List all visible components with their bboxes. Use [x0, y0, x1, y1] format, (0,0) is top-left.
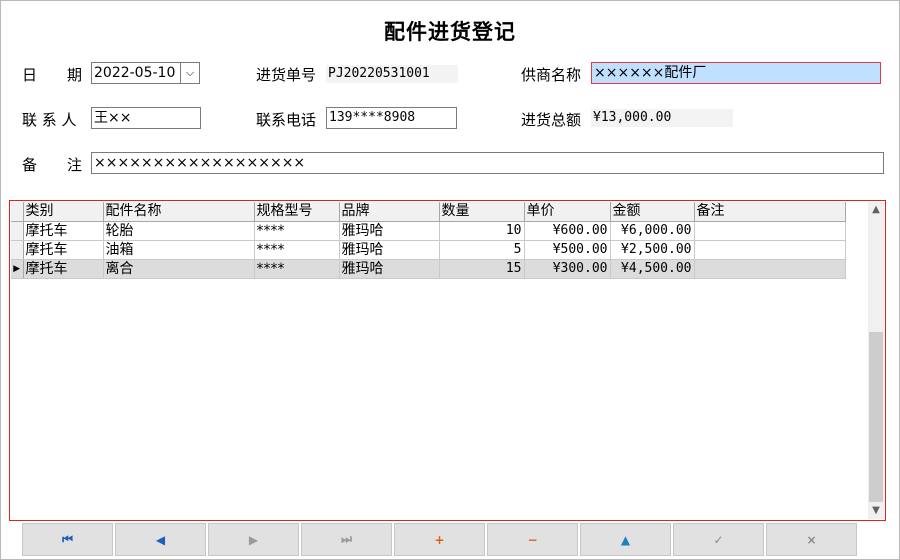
date-label: 日 期	[22, 66, 83, 84]
cancel-record-button[interactable]: ×	[766, 523, 857, 556]
cell-quantity[interactable]: 5	[439, 240, 525, 260]
vertical-scrollbar[interactable]: ▲ ▼	[868, 202, 884, 519]
column-header[interactable]: 品牌	[339, 202, 440, 222]
cell-category[interactable]: 摩托车	[23, 221, 104, 241]
first-record-icon: ⏮	[62, 532, 73, 546]
cell-unit-price[interactable]: ¥300.00	[524, 259, 611, 279]
cell-remark[interactable]	[694, 259, 846, 279]
scroll-down-icon[interactable]: ▼	[868, 503, 884, 519]
cell-brand[interactable]: 雅玛哈	[339, 259, 440, 279]
column-header[interactable]: 单价	[524, 202, 611, 222]
table-row-selected[interactable]: ▶ 摩托车 离合 **** 雅玛哈 15 ¥300.00 ¥4,500.00	[11, 259, 846, 279]
cell-category[interactable]: 摩托车	[23, 259, 104, 279]
cell-part-name[interactable]: 离合	[103, 259, 255, 279]
column-header[interactable]: 配件名称	[103, 202, 255, 222]
cell-amount[interactable]: ¥4,500.00	[610, 259, 695, 279]
phone-field[interactable]: 139****8908	[326, 107, 457, 129]
row-indicator[interactable]	[11, 240, 24, 260]
delete-record-button[interactable]: −	[487, 523, 578, 556]
remark-label: 备 注	[22, 156, 83, 174]
row-indicator[interactable]	[11, 221, 24, 241]
row-indicator[interactable]: ▶	[11, 259, 24, 279]
cell-spec[interactable]: ****	[254, 259, 340, 279]
table-row[interactable]: 摩托车 油箱 **** 雅玛哈 5 ¥500.00 ¥2,500.00	[11, 240, 846, 260]
order-no-label: 进货单号	[256, 66, 317, 84]
current-row-arrow-icon: ▶	[13, 263, 21, 274]
edit-record-icon: ▲	[620, 532, 631, 547]
add-record-button[interactable]: +	[394, 523, 485, 556]
remark-field[interactable]: ××××××××××××××××××	[91, 152, 884, 174]
supplier-field[interactable]: ××××××配件厂	[591, 62, 881, 84]
column-header[interactable]: 金额	[610, 202, 695, 222]
cell-remark[interactable]	[694, 221, 846, 241]
cell-unit-price[interactable]: ¥500.00	[524, 240, 611, 260]
cancel-record-icon: ×	[806, 532, 817, 547]
phone-label: 联系电话	[256, 111, 317, 129]
cell-brand[interactable]: 雅玛哈	[339, 221, 440, 241]
last-record-icon: ⏭	[341, 532, 352, 546]
cell-part-name[interactable]: 油箱	[103, 240, 255, 260]
post-record-icon: ✓	[713, 532, 724, 547]
contact-field[interactable]: 王××	[91, 107, 201, 129]
previous-record-button[interactable]: ◀	[115, 523, 206, 556]
next-record-icon: ▶	[248, 532, 259, 547]
date-field[interactable]: 2022-05-10	[91, 62, 181, 84]
record-navigator: ⏮ ◀ ▶ ⏭ + − ▲ ✓ ×	[22, 523, 859, 557]
contact-label: 联 系 人	[22, 111, 77, 129]
column-header[interactable]: 数量	[439, 202, 525, 222]
previous-record-icon: ◀	[155, 532, 166, 547]
column-header[interactable]: 规格型号	[254, 202, 340, 222]
table-header-row: 类别 配件名称 规格型号 品牌 数量 单价 金额 备注	[11, 202, 846, 222]
add-record-icon: +	[434, 532, 445, 547]
cell-remark[interactable]	[694, 240, 846, 260]
cell-part-name[interactable]: 轮胎	[103, 221, 255, 241]
cell-unit-price[interactable]: ¥600.00	[524, 221, 611, 241]
scroll-up-icon[interactable]: ▲	[868, 202, 884, 218]
table-row[interactable]: 摩托车 轮胎 **** 雅玛哈 10 ¥600.00 ¥6,000.00	[11, 221, 846, 241]
cell-spec[interactable]: ****	[254, 221, 340, 241]
edit-record-button[interactable]: ▲	[580, 523, 671, 556]
column-header[interactable]: 备注	[694, 202, 846, 222]
column-header[interactable]: 类别	[23, 202, 104, 222]
cell-category[interactable]: 摩托车	[23, 240, 104, 260]
order-no-value: PJ20220531001	[326, 65, 458, 83]
scroll-thumb[interactable]	[869, 332, 883, 502]
row-indicator-header	[11, 202, 24, 222]
cell-quantity[interactable]: 10	[439, 221, 525, 241]
page-title: 配件进货登记	[384, 20, 516, 44]
last-record-button[interactable]: ⏭	[301, 523, 392, 556]
cell-amount[interactable]: ¥2,500.00	[610, 240, 695, 260]
total-value: ¥13,000.00	[591, 109, 733, 127]
supplier-label: 供商名称	[521, 66, 582, 84]
date-dropdown-button[interactable]: ⌵	[180, 62, 200, 84]
parts-table: 类别 配件名称 规格型号 品牌 数量 单价 金额 备注 摩托车 轮胎 **** …	[11, 202, 846, 279]
delete-record-icon: −	[527, 532, 538, 547]
total-label: 进货总额	[521, 111, 582, 129]
parts-grid[interactable]: 类别 配件名称 规格型号 品牌 数量 单价 金额 备注 摩托车 轮胎 **** …	[9, 200, 886, 521]
post-record-button[interactable]: ✓	[673, 523, 764, 556]
first-record-button[interactable]: ⏮	[22, 523, 113, 556]
chevron-down-icon: ⌵	[185, 66, 195, 79]
next-record-button[interactable]: ▶	[208, 523, 299, 556]
cell-spec[interactable]: ****	[254, 240, 340, 260]
cell-brand[interactable]: 雅玛哈	[339, 240, 440, 260]
cell-amount[interactable]: ¥6,000.00	[610, 221, 695, 241]
cell-quantity[interactable]: 15	[439, 259, 525, 279]
